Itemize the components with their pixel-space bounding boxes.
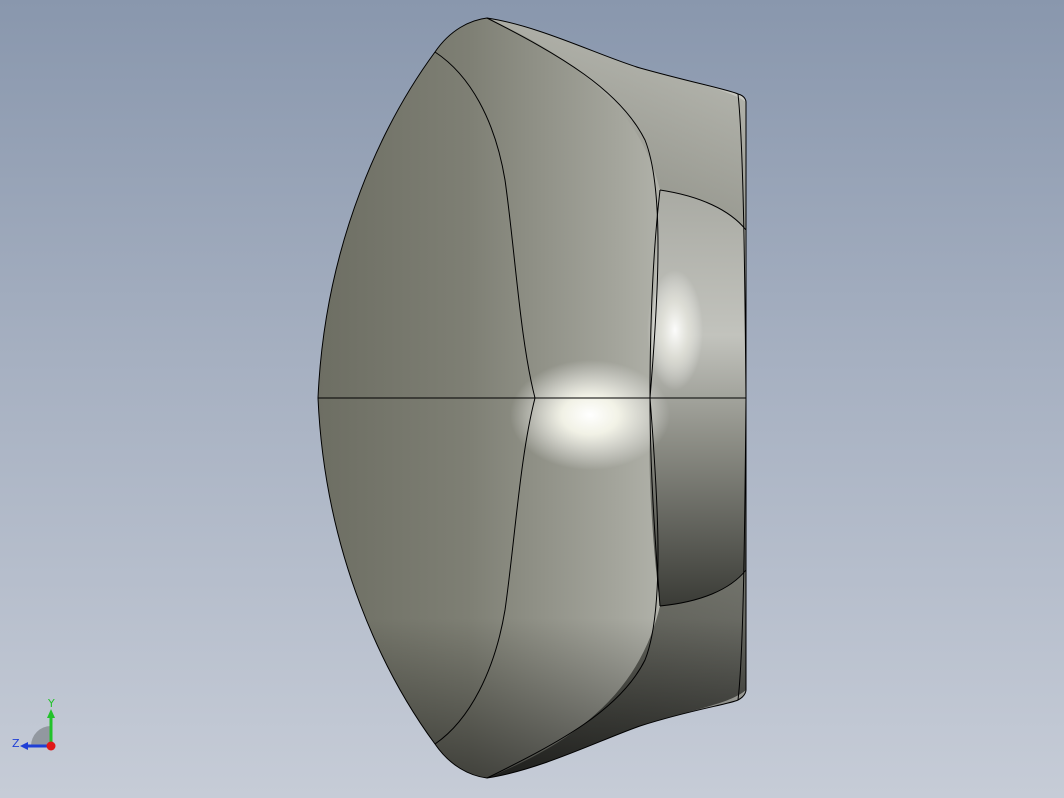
z-axis-arrow: [20, 742, 28, 750]
y-axis-label: Y: [47, 697, 55, 710]
x-axis-dot: [46, 741, 56, 751]
z-axis-label: Z: [12, 737, 20, 750]
orientation-triad[interactable]: Y Z: [8, 696, 72, 760]
3d-model-view[interactable]: [0, 0, 1064, 798]
specular-highlight-center: [510, 360, 670, 470]
graphics-viewport[interactable]: Y Z: [0, 0, 1064, 798]
bottom-shadow: [318, 398, 746, 778]
y-axis-arrow: [47, 709, 55, 718]
